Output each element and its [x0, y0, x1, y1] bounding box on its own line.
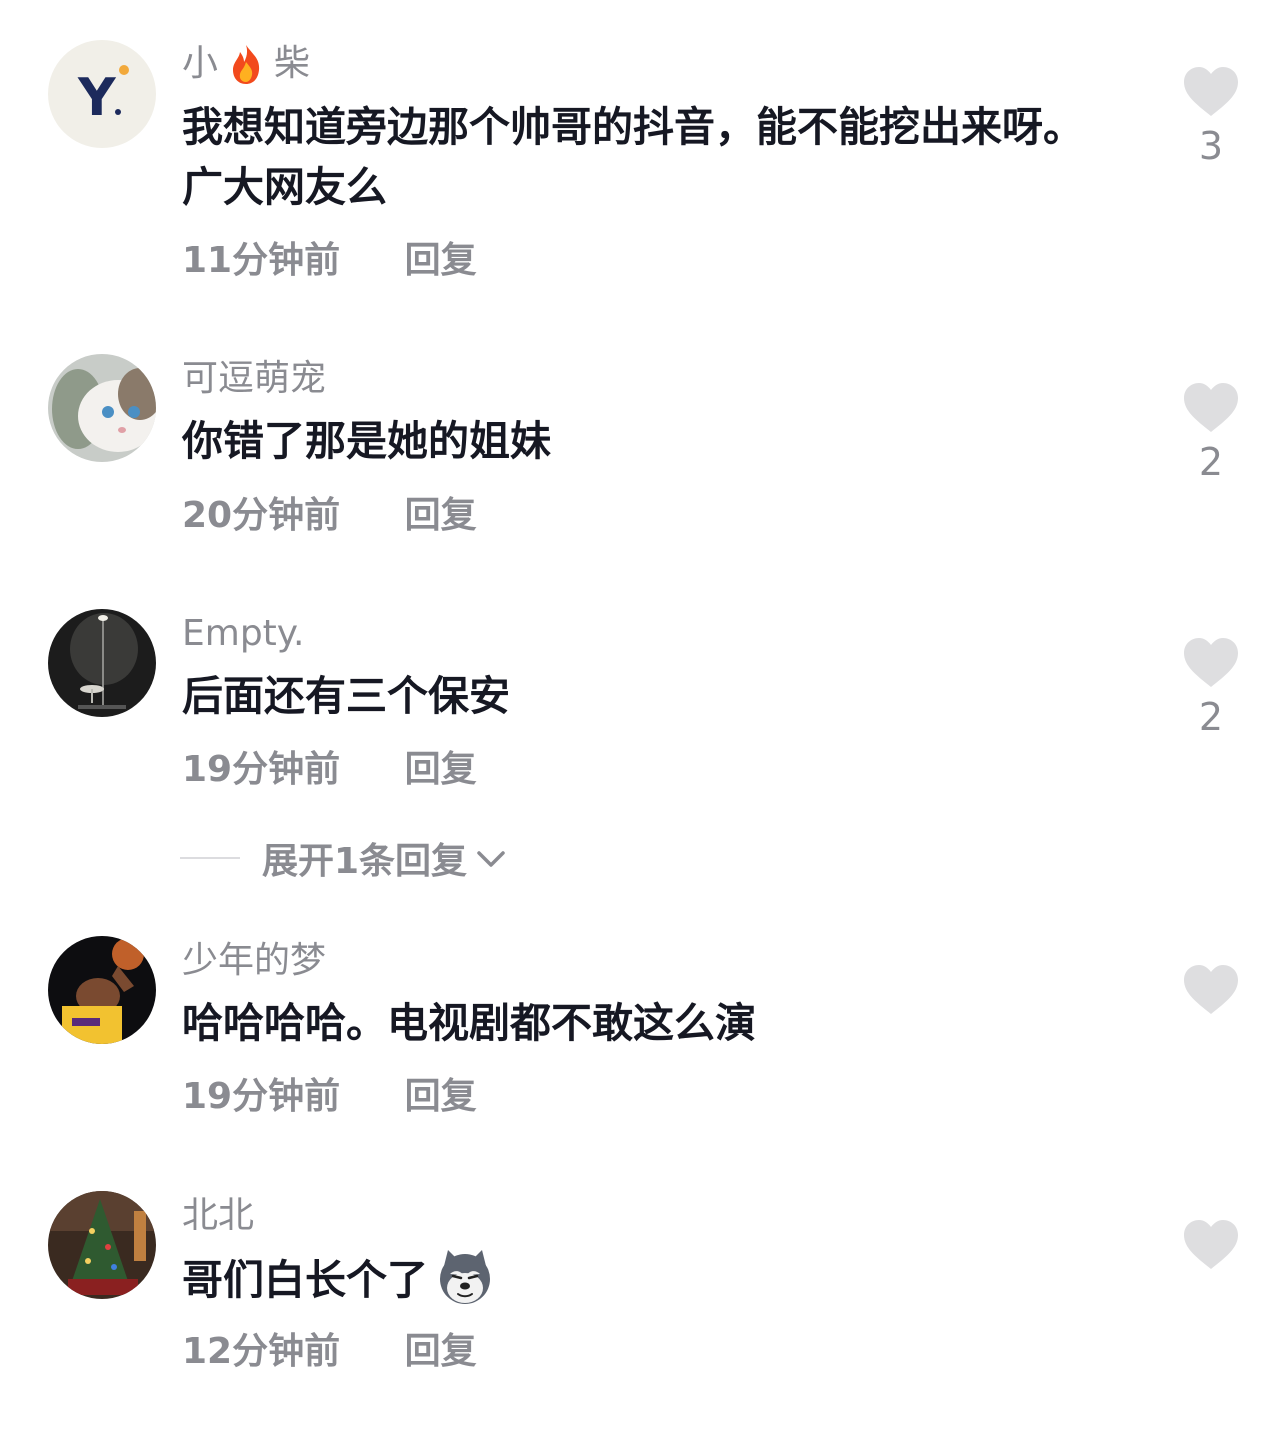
- comment-time: 11分钟前: [182, 240, 341, 281]
- like-button[interactable]: 2: [1180, 382, 1242, 486]
- comment-text: 后面还有三个保安: [182, 672, 510, 720]
- fire-emoji-icon: [226, 42, 266, 86]
- username[interactable]: 小柴: [182, 42, 310, 86]
- divider: [180, 857, 240, 859]
- comment-text: 哈哈哈哈。电视剧都不敢这么演: [182, 999, 756, 1047]
- comment-meta: 19分钟前 回复: [182, 1075, 477, 1119]
- comment-text: 你错了那是她的姐妹: [182, 417, 551, 465]
- comment-time: 12分钟前: [182, 1331, 341, 1372]
- chevron-down-icon: [477, 851, 505, 867]
- heart-icon: [1184, 383, 1238, 432]
- expand-replies-button[interactable]: 展开1条回复: [180, 836, 509, 882]
- like-button[interactable]: [1180, 964, 1242, 1020]
- heart-icon: [1184, 1220, 1238, 1269]
- svg-text:Y: Y: [77, 68, 117, 128]
- heart-icon: [1184, 638, 1238, 687]
- reply-button[interactable]: 回复: [405, 239, 477, 283]
- like-button[interactable]: 3: [1180, 66, 1242, 170]
- username[interactable]: 少年的梦: [182, 939, 326, 983]
- comment-text: 哥们白长个了: [182, 1248, 1112, 1310]
- husky-emoji-icon: [436, 1248, 494, 1306]
- avatar[interactable]: Y: [48, 40, 156, 148]
- comment-time: 19分钟前: [182, 1076, 341, 1117]
- reply-button[interactable]: 回复: [405, 494, 477, 538]
- like-count: 2: [1198, 440, 1224, 484]
- avatar[interactable]: [48, 609, 156, 717]
- comment-meta: 19分钟前 回复: [182, 748, 477, 792]
- heart-icon: [1184, 965, 1238, 1014]
- heart-icon: [1184, 67, 1238, 116]
- comment-text: 我想知道旁边那个帅哥的抖音，能不能挖出来呀。广大网友么: [182, 103, 1084, 211]
- username[interactable]: 可逗萌宠: [182, 357, 326, 401]
- avatar[interactable]: [48, 354, 156, 462]
- comment-meta: 20分钟前 回复: [182, 494, 477, 538]
- username[interactable]: Empty.: [182, 612, 304, 656]
- like-count: 3: [1198, 124, 1224, 168]
- avatar[interactable]: [48, 1191, 156, 1299]
- avatar[interactable]: [48, 936, 156, 1044]
- username[interactable]: 北北: [182, 1194, 254, 1238]
- like-button[interactable]: 2: [1180, 637, 1242, 741]
- comment-time: 19分钟前: [182, 749, 341, 790]
- comment-time: 20分钟前: [182, 495, 341, 536]
- comment-meta: 11分钟前 回复: [182, 239, 477, 283]
- expand-replies-label: 展开1条回复: [262, 841, 468, 882]
- like-button[interactable]: [1180, 1219, 1242, 1275]
- reply-button[interactable]: 回复: [405, 1330, 477, 1374]
- comment-meta: 12分钟前 回复: [182, 1330, 477, 1374]
- reply-button[interactable]: 回复: [405, 748, 477, 792]
- like-count: 2: [1198, 695, 1224, 739]
- reply-button[interactable]: 回复: [405, 1075, 477, 1119]
